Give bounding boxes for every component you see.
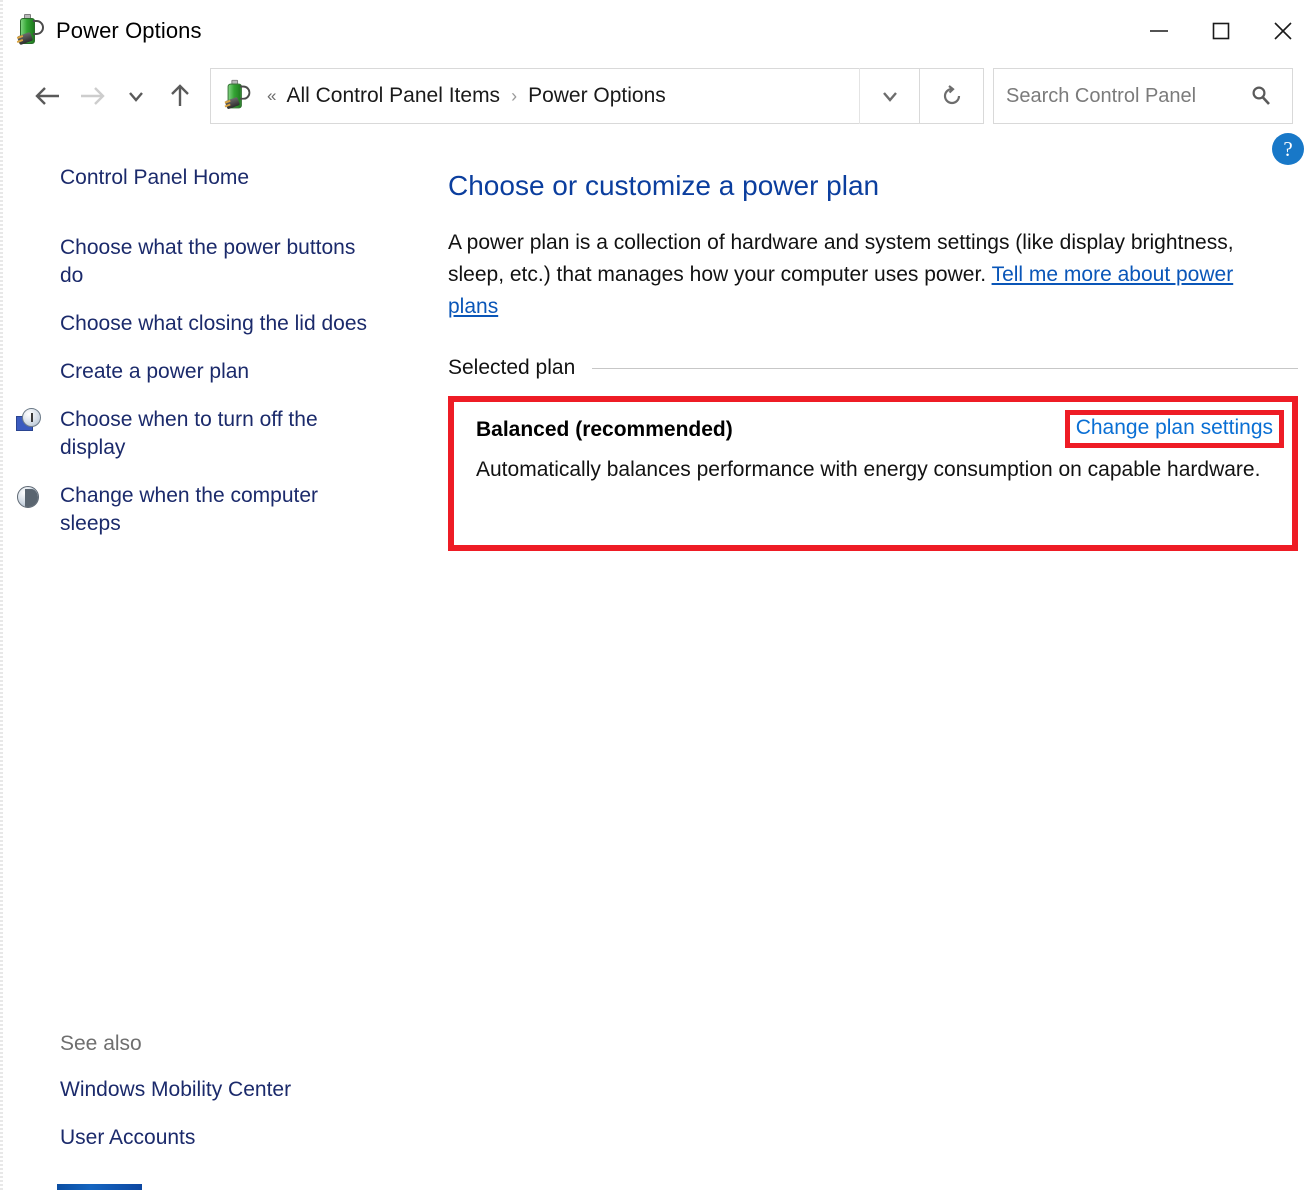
change-plan-settings-highlight: Change plan settings	[1065, 410, 1284, 448]
breadcrumb-item-all-control-panel-items[interactable]: All Control Panel Items	[286, 84, 500, 108]
title-bar: Power Options	[0, 0, 1314, 62]
taskbar-sliver	[57, 1184, 142, 1190]
navigation-bar: « All Control Panel Items › Power Option…	[0, 62, 1314, 130]
clock-display-icon	[16, 408, 42, 434]
sidebar-item-label: Change when the computer sleeps	[60, 484, 318, 535]
sidebar-item-computer-sleeps[interactable]: Change when the computer sleeps	[0, 482, 430, 538]
sidebar-item-control-panel-home[interactable]: Control Panel Home	[0, 164, 430, 192]
back-arrow-icon	[33, 83, 63, 109]
sidebar-item-label: Choose when to turn off the display	[60, 408, 318, 459]
search-input[interactable]	[994, 84, 1248, 109]
back-button[interactable]	[26, 74, 70, 118]
forward-button	[70, 74, 114, 118]
window-left-edge	[0, 0, 3, 1190]
content-area: Control Panel Home Choose what the power…	[0, 150, 1314, 1190]
recent-locations-button[interactable]	[114, 74, 158, 118]
search-box[interactable]	[993, 68, 1293, 124]
close-button[interactable]	[1252, 0, 1314, 62]
maximize-icon	[1208, 18, 1234, 44]
chevron-down-icon	[124, 84, 148, 108]
see-also-section: See also Windows Mobility Center User Ac…	[0, 1032, 430, 1152]
plan-name: Balanced (recommended)	[476, 418, 733, 442]
up-arrow-icon	[167, 82, 193, 110]
page-description: A power plan is a collection of hardware…	[448, 227, 1268, 323]
breadcrumb-overflow[interactable]: «	[267, 86, 276, 106]
minimize-button[interactable]	[1128, 0, 1190, 62]
window-controls	[1128, 0, 1314, 62]
see-also-title: See also	[0, 1032, 430, 1056]
close-icon	[1270, 18, 1296, 44]
page-title: Choose or customize a power plan	[448, 170, 1314, 202]
sidebar-item-closing-lid[interactable]: Choose what closing the lid does	[0, 310, 430, 338]
sidebar-item-power-buttons[interactable]: Choose what the power buttons do	[0, 234, 430, 290]
address-power-battery-icon	[224, 80, 254, 112]
see-also-link-windows-mobility-center[interactable]: Windows Mobility Center	[0, 1076, 430, 1104]
chevron-down-icon	[878, 84, 902, 108]
breadcrumb-separator-icon: ›	[511, 86, 517, 107]
refresh-button[interactable]	[920, 68, 984, 124]
sidebar-item-turn-off-display[interactable]: Choose when to turn off the display	[0, 406, 430, 462]
see-also-link-user-accounts[interactable]: User Accounts	[0, 1124, 430, 1152]
power-battery-icon	[16, 14, 46, 48]
sleep-moon-icon	[16, 484, 42, 510]
window-title: Power Options	[56, 18, 202, 44]
selected-plan-label: Selected plan	[448, 356, 575, 380]
plan-header-row: Balanced (recommended) Change plan setti…	[476, 418, 1270, 448]
refresh-icon	[939, 83, 965, 109]
sidebar: Control Panel Home Choose what the power…	[0, 150, 430, 1190]
main-pane: Choose or customize a power plan A power…	[430, 150, 1314, 1190]
change-plan-settings-link[interactable]: Change plan settings	[1076, 416, 1273, 439]
address-bar[interactable]: « All Control Panel Items › Power Option…	[210, 68, 920, 124]
search-icon[interactable]	[1248, 83, 1274, 109]
forward-arrow-icon	[77, 83, 107, 109]
up-one-level-button[interactable]	[158, 74, 202, 118]
plan-description: Automatically balances performance with …	[476, 454, 1270, 486]
selected-plan-section-header: Selected plan	[448, 356, 1298, 380]
address-dropdown-button[interactable]	[859, 68, 919, 124]
section-divider	[592, 368, 1298, 369]
minimize-icon	[1146, 18, 1172, 44]
breadcrumb-item-power-options[interactable]: Power Options	[528, 84, 666, 108]
sidebar-item-create-power-plan[interactable]: Create a power plan	[0, 358, 430, 386]
selected-plan-box[interactable]: Balanced (recommended) Change plan setti…	[448, 396, 1298, 551]
maximize-button[interactable]	[1190, 0, 1252, 62]
